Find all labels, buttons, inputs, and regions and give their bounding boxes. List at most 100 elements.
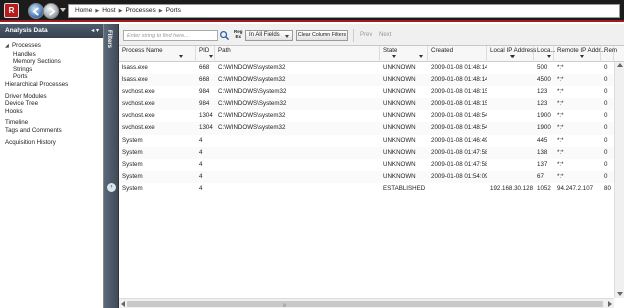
tree-item-hierarchical-processes[interactable]: Hierarchical Processes [5, 81, 103, 89]
cell-remote-port: 0 [604, 76, 608, 84]
column-header-label: State [383, 47, 398, 54]
column-filter-icon[interactable] [510, 55, 514, 58]
column-header-local-ip[interactable]: Local IP Address [487, 46, 536, 62]
tree-item-label: Memory Sections [13, 58, 61, 66]
cell-path: C:\WINDOWS\system32 [218, 112, 286, 120]
column-filter-icon[interactable] [419, 55, 423, 58]
table-row[interactable]: System 4 UNKNOWN 2009-01-08 01:47:58Z 137 *:*… [119, 159, 624, 171]
tree-item-label: Device Tree [5, 100, 39, 108]
cell-pid: 984 [199, 88, 210, 96]
tree-collapse-icon[interactable]: ◢ [5, 43, 12, 51]
column-header-path[interactable]: Path [215, 46, 396, 62]
table-row[interactable]: svchost.exe 984 C:\WINDOWS\System32 UNKNOWN… [119, 98, 624, 111]
next-button[interactable]: Next [379, 32, 391, 38]
cell-local-port: 67 [537, 172, 544, 180]
column-header-remote-port[interactable]: Rem [601, 46, 618, 62]
search-icon [220, 31, 230, 41]
cell-local-ip: 192.168.30.128 [490, 184, 534, 192]
column-filter-icon[interactable] [580, 55, 584, 58]
table-row[interactable]: System 4 UNKNOWN 2009-01-08 01:46:49Z 445 *:*… [119, 135, 624, 147]
scroll-down-icon[interactable] [617, 292, 623, 296]
column-header-label: Created [431, 47, 454, 54]
cell-process-name: svchost.exe [122, 112, 155, 120]
scroll-up-icon[interactable] [617, 63, 623, 67]
column-header-label: Rem [604, 47, 618, 54]
tree-item-strings[interactable]: Strings [5, 66, 103, 74]
cell-process-name: System [122, 172, 143, 180]
table-row[interactable]: svchost.exe 1304 C:\WINDOWS\system32 UNKNOW… [119, 122, 624, 135]
tree-item-hooks[interactable]: Hooks [5, 108, 103, 116]
fields-select[interactable]: In All Fields [245, 30, 293, 41]
expand-filters-icon[interactable]: › [107, 183, 116, 192]
regex-toggle[interactable]: Reg Ex [234, 29, 243, 39]
cell-local-port: 500 [537, 64, 548, 71]
table-row[interactable]: svchost.exe 1304 C:\WINDOWS\system32 UNKNOW… [119, 110, 624, 122]
cell-pid: 4 [199, 172, 203, 180]
prev-button[interactable]: Prev [360, 32, 372, 38]
table-body: lsass.exe 668 C:\WINDOWS\system32 UNKNOWN 20… [119, 62, 624, 195]
cell-state: UNKNOWN [383, 136, 416, 144]
tree-item-handles[interactable]: Handles [5, 51, 103, 59]
tree-item-device-tree[interactable]: Device Tree [5, 100, 103, 108]
cell-created: 2009-01-08 01:48:15Z [431, 88, 487, 96]
cell-pid: 4 [199, 148, 203, 156]
table-row[interactable]: lsass.exe 668 C:\WINDOWS\system32 UNKNOWN 20… [119, 74, 624, 87]
tree-item-acquisition-history[interactable]: Acquisition History [5, 139, 103, 147]
column-header-local-port[interactable]: Loca... [534, 46, 556, 62]
cell-local-port: 137 [537, 160, 548, 168]
cell-remote-ip: *:* [557, 100, 564, 108]
tree-item-label: Hierarchical Processes [5, 80, 69, 88]
cell-state: UNKNOWN [383, 88, 416, 96]
breadcrumb-processes[interactable]: Processes [125, 7, 155, 14]
cell-remote-port: 0 [604, 88, 608, 96]
cell-created: 2009-01-08 01:48:14Z [431, 64, 487, 71]
tree-item-driver-modules[interactable]: Driver Modules [5, 93, 103, 101]
horizontal-scrollbar[interactable]: ||| [119, 298, 614, 308]
cell-remote-port: 0 [604, 64, 608, 71]
cell-local-port: 445 [537, 136, 548, 144]
tree-item-tags-and-comments[interactable]: Tags and Comments [5, 127, 103, 135]
breadcrumb-host[interactable]: Host [102, 7, 115, 14]
cell-pid: 668 [199, 64, 210, 71]
scroll-left-icon[interactable] [121, 301, 125, 307]
scroll-right-icon[interactable] [608, 301, 612, 307]
scroll-thumb[interactable] [127, 301, 603, 307]
column-filter-icon[interactable] [179, 55, 183, 58]
column-header-state[interactable]: State [380, 46, 428, 62]
search-input[interactable]: Enter string to find here... [123, 30, 218, 41]
filters-strip[interactable]: Filters › [104, 24, 119, 308]
tree-item-timeline[interactable]: Timeline [5, 119, 103, 127]
column-header-pid[interactable]: PID [196, 46, 215, 62]
table-row[interactable]: System 4 UNKNOWN 2009-01-08 01:47:58Z 138 *:*… [119, 146, 624, 159]
cell-created: 2009-01-08 01:48:15Z [431, 100, 487, 108]
panel-pin-icon[interactable]: ◂ ▾ [91, 24, 99, 38]
tree-item-processes[interactable]: ◢ Processes [5, 42, 103, 51]
vertical-scrollbar[interactable] [614, 62, 624, 298]
column-header-created[interactable]: Created [428, 46, 515, 62]
breadcrumb-home[interactable]: Home [75, 7, 92, 14]
table-row[interactable]: System 4 UNKNOWN 2009-01-08 01:54:09Z 67 *:* 0 [119, 170, 624, 183]
table-row[interactable]: System 4 ESTABLISHED 192.168.30.128 1052 94.2… [119, 183, 624, 195]
cell-pid: 1304 [199, 112, 213, 120]
breadcrumb-ports[interactable]: Ports [166, 7, 181, 14]
cell-remote-ip: *:* [557, 124, 564, 132]
column-header-process-name[interactable]: Process Name [119, 46, 196, 62]
back-button[interactable] [28, 3, 44, 19]
tree-item-memory-sections[interactable]: Memory Sections [5, 58, 103, 66]
table-row[interactable]: svchost.exe 984 C:\WINDOWS\System32 UNKNOWN… [119, 86, 624, 98]
history-dropdown-icon[interactable] [60, 8, 66, 12]
column-header-remote-ip[interactable]: Remote IP Addr... [554, 46, 605, 62]
search-button[interactable] [219, 30, 230, 41]
forward-button[interactable] [43, 3, 59, 19]
cell-process-name: lsass.exe [122, 64, 148, 71]
app-logo-icon[interactable]: R [4, 3, 19, 18]
column-filter-icon[interactable] [547, 55, 551, 58]
panel-header: Analysis Data ◂ ▾ [0, 24, 103, 38]
cell-path: C:\WINDOWS\system32 [218, 124, 286, 132]
column-header-label: Loca... [537, 47, 556, 54]
table-row[interactable]: lsass.exe 668 C:\WINDOWS\system32 UNKNOWN 20… [119, 62, 624, 74]
column-filter-icon[interactable] [209, 55, 213, 58]
tree-item-ports[interactable]: Ports [5, 73, 103, 81]
cell-remote-port: 0 [604, 172, 608, 180]
clear-column-filters-button[interactable]: Clear Column Filters [296, 30, 348, 41]
